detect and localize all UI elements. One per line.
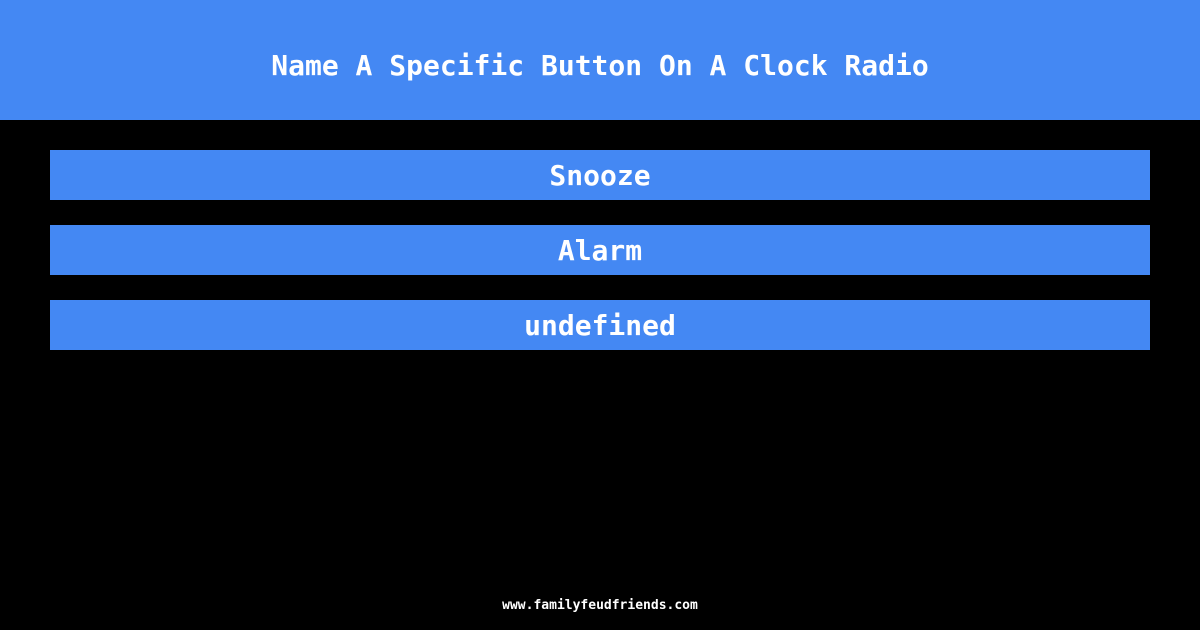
answer-item-1: Snooze bbox=[50, 150, 1150, 200]
question-title: Name A Specific Button On A Clock Radio bbox=[271, 48, 929, 82]
question-header: Name A Specific Button On A Clock Radio bbox=[0, 0, 1200, 120]
answer-item-3: undefined bbox=[50, 300, 1150, 350]
answer-item-2: Alarm bbox=[50, 225, 1150, 275]
page: Name A Specific Button On A Clock Radio … bbox=[0, 0, 1200, 630]
footer-site-url: www.familyfeudfriends.com bbox=[502, 598, 698, 613]
answer-list: Snooze Alarm undefined bbox=[50, 150, 1150, 375]
